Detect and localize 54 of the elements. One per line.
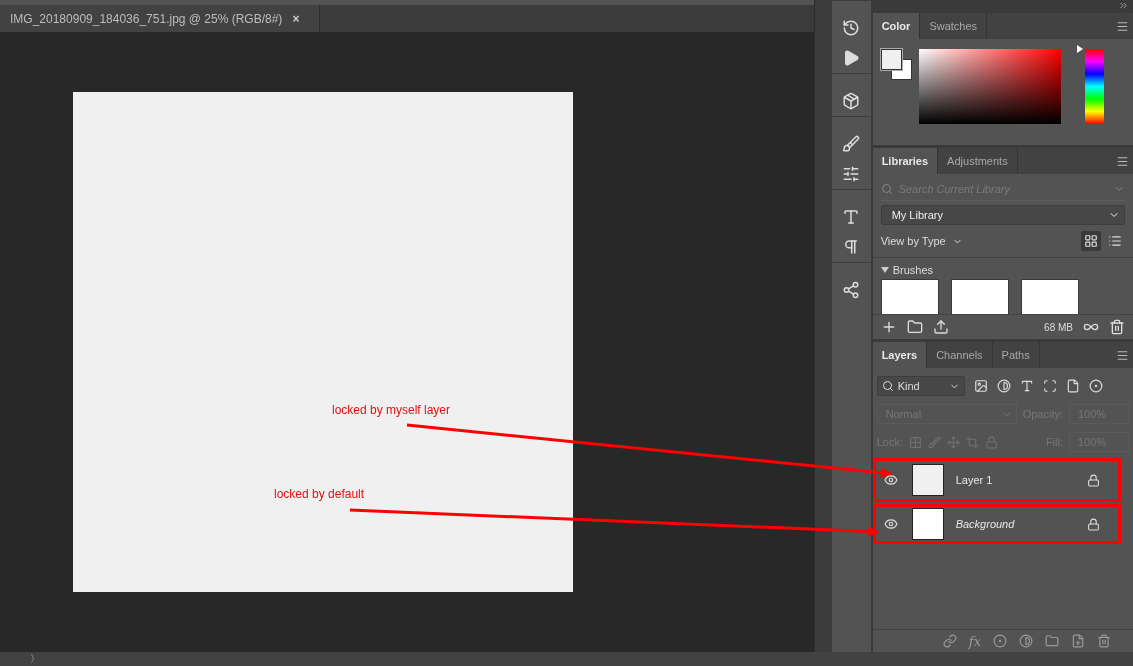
search-icon[interactable]	[881, 380, 894, 392]
cube-icon[interactable]	[842, 92, 861, 110]
new-layer-icon[interactable]	[1071, 634, 1085, 648]
kind-filter[interactable]: Kind	[876, 376, 965, 396]
eye-icon[interactable]	[883, 517, 898, 531]
panel-tab[interactable]: Libraries	[872, 148, 939, 174]
close-button[interactable]: ×	[292, 11, 300, 26]
link-icon[interactable]	[942, 634, 957, 648]
layer-name: Layer 1	[955, 474, 994, 486]
checker-icon[interactable]	[908, 435, 922, 449]
annotation-label: locked by myself layer	[332, 403, 451, 417]
contrast-icon[interactable]	[1019, 634, 1033, 648]
scrollbar[interactable]	[814, 0, 831, 652]
layer-name: Background	[955, 518, 1016, 530]
trash-icon[interactable]	[1097, 634, 1111, 648]
storage-label: 68 MB	[1044, 321, 1073, 333]
color-field[interactable]	[918, 49, 1061, 124]
brush-thumbnail[interactable]	[1020, 279, 1079, 314]
section-header[interactable]: Brushes	[880, 264, 1125, 276]
lock-icon[interactable]	[1087, 473, 1100, 487]
expand-icon[interactable]	[1118, 0, 1129, 11]
folder-icon[interactable]	[906, 319, 923, 335]
image-icon[interactable]	[973, 379, 988, 393]
lock-icon[interactable]	[1087, 517, 1100, 531]
type-icon[interactable]	[842, 208, 861, 226]
grid-view-button[interactable]	[1081, 231, 1101, 251]
annotation-label: locked by default	[274, 487, 365, 501]
upload-icon[interactable]	[932, 319, 949, 335]
library-dropdown[interactable]: My Library	[880, 205, 1125, 225]
folder-icon[interactable]	[1045, 634, 1059, 648]
type-icon[interactable]	[1019, 379, 1034, 393]
hue-slider-thumb[interactable]	[1076, 45, 1083, 53]
view-dropdown[interactable]: View by Type	[880, 235, 963, 247]
trash-icon[interactable]	[1109, 319, 1125, 335]
document-tab[interactable]: IMG_20180909_184036_751.jpg @ 25% (RGB/8#) ×	[0, 5, 321, 32]
history-icon[interactable]	[842, 19, 861, 37]
panel-toggle[interactable]: 〉	[30, 652, 40, 666]
layer-row[interactable]: Layer 1	[872, 458, 1121, 502]
color-swatches[interactable]	[880, 49, 911, 79]
panel-tab[interactable]: Layers	[872, 342, 928, 368]
layer-thumbnail	[911, 508, 944, 540]
nodes-icon[interactable]	[842, 281, 861, 299]
eye-icon[interactable]	[883, 473, 898, 487]
brush-icon[interactable]	[842, 135, 861, 153]
list-view-icon[interactable]	[1108, 234, 1122, 248]
brush-thumbnail[interactable]	[880, 279, 939, 314]
layer-row[interactable]: Background	[872, 504, 1121, 544]
brush-thumbnail[interactable]	[950, 279, 1009, 314]
sliders-icon[interactable]	[842, 165, 861, 183]
layer-thumbnail	[911, 464, 944, 496]
panel-tab[interactable]: Color	[872, 13, 921, 39]
play-icon[interactable]	[842, 49, 861, 67]
document-icon[interactable]	[1065, 379, 1080, 393]
frame-icon[interactable]	[1042, 379, 1057, 393]
